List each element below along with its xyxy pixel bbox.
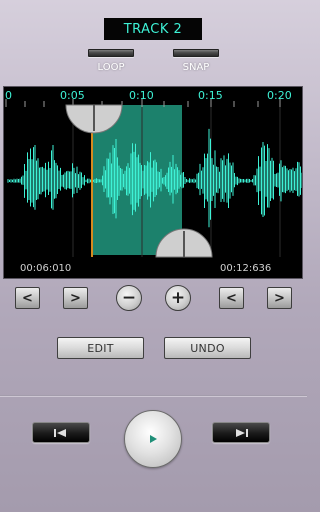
zoom-out-button[interactable]: −	[116, 285, 142, 311]
plus-icon: +	[170, 287, 186, 308]
chevron-left-icon: <	[226, 290, 237, 306]
loop-toggle[interactable]	[88, 49, 134, 57]
skip-back-button[interactable]	[32, 422, 90, 443]
end-nudge-right-button[interactable]: >	[267, 287, 292, 309]
chevron-right-icon: >	[70, 290, 81, 306]
start-nudge-left-button[interactable]: <	[15, 287, 40, 309]
end-nudge-left-button[interactable]: <	[219, 287, 244, 309]
minus-icon: −	[121, 287, 137, 308]
zoom-in-button[interactable]: +	[165, 285, 191, 311]
skip-forward-button[interactable]	[212, 422, 270, 443]
tick-label: 0:20	[267, 89, 292, 102]
start-time-readout: 00:06:010	[20, 263, 72, 274]
waveform-canvas	[5, 99, 302, 258]
chevron-left-icon: <	[22, 290, 33, 306]
track-title: TRACK 2	[104, 18, 202, 40]
loop-label: LOOP	[97, 62, 125, 73]
edit-button[interactable]: EDIT	[57, 337, 144, 359]
play-button[interactable]	[124, 410, 182, 468]
end-time-readout: 00:12:636	[220, 263, 272, 274]
skip-back-icon	[54, 428, 66, 437]
chevron-right-icon: >	[274, 290, 285, 306]
tick-label: 0:10	[129, 89, 154, 102]
start-nudge-right-button[interactable]: >	[63, 287, 88, 309]
tick-label: 0	[5, 89, 12, 102]
play-icon	[150, 435, 157, 443]
tick-label: 0:15	[198, 89, 223, 102]
skip-forward-icon	[236, 428, 248, 437]
snap-toggle[interactable]	[173, 49, 219, 57]
tick-label: 0:05	[60, 89, 85, 102]
divider	[0, 395, 307, 397]
undo-button[interactable]: UNDO	[164, 337, 251, 359]
waveform-panel[interactable]: 0 0:05 0:10 0:15 0:20 00:06:010 00:12:63…	[3, 86, 303, 279]
snap-label: SNAP	[182, 62, 210, 73]
